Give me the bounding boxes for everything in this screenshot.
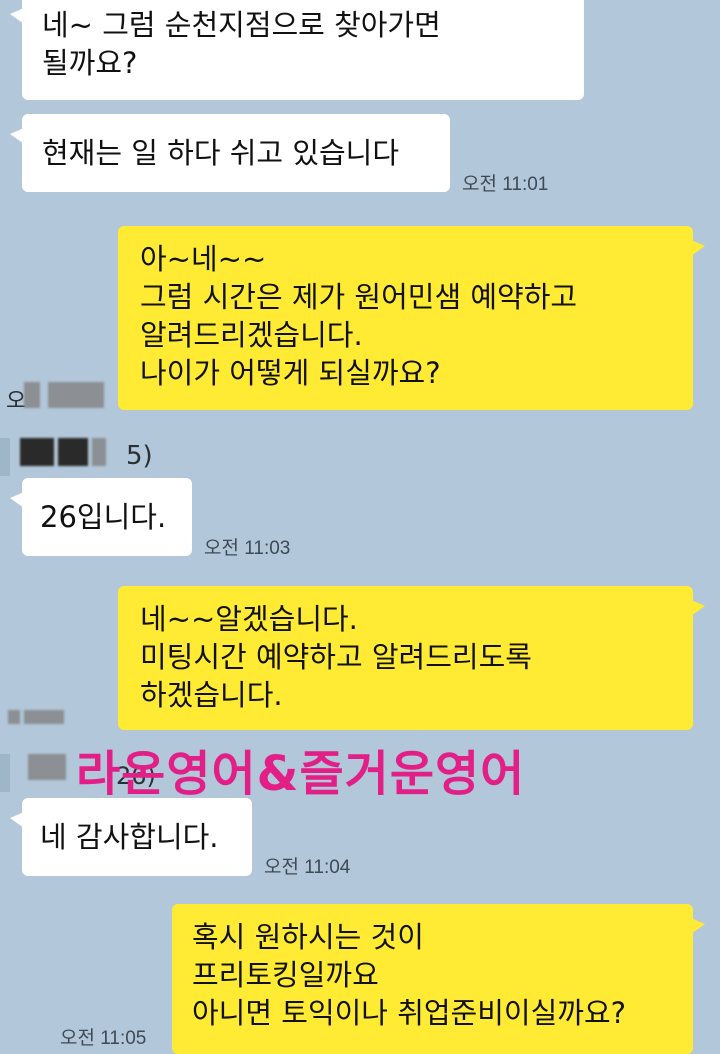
message-bubble-sent[interactable]: 아~네~~ 그럼 시간은 제가 원어민샘 예약하고 알려드리겠습니다. 나이가 … [118,226,705,410]
sender-name-blur [20,438,54,466]
sender-name-blur [24,382,40,408]
sender-name-fragment: 5) [126,441,153,471]
sender-name-blur [28,754,66,780]
message-timestamp: 오전 11:01 [462,174,549,195]
message-bubble-received[interactable]: 네 감사합니다. [10,798,252,876]
message-timestamp: 오전 11:05 [60,1028,147,1049]
sender-name-blur [8,710,20,724]
message-bubble-received[interactable]: 현재는 일 하다 쉬고 있습니다 [10,114,450,192]
watermark-text: 라온영어&즐거운영어 [76,746,526,802]
message-timestamp: 오전 11:04 [264,857,351,878]
message-timestamp: 오전 11:03 [204,538,291,559]
message-bubble-received[interactable]: 네~ 그럼 순천지점으로 찾아가면 될까요? [10,0,584,100]
avatar-edge [0,754,10,792]
sender-name-blur [58,438,88,466]
message-bubble-sent[interactable]: 네~~알겠습니다. 미팅시간 예약하고 알려드리도록 하겠습니다. [118,586,705,730]
avatar-edge [0,438,10,476]
message-bubble-sent[interactable]: 혹시 원하시는 것이 프리토킹일까요 아니면 토익이나 취업준비이실까요? [172,904,705,1054]
sender-name-blur [48,382,104,408]
sender-name-blur [24,710,64,724]
sender-name-blur [92,438,106,466]
message-bubble-received[interactable]: 26입니다. [10,478,192,556]
